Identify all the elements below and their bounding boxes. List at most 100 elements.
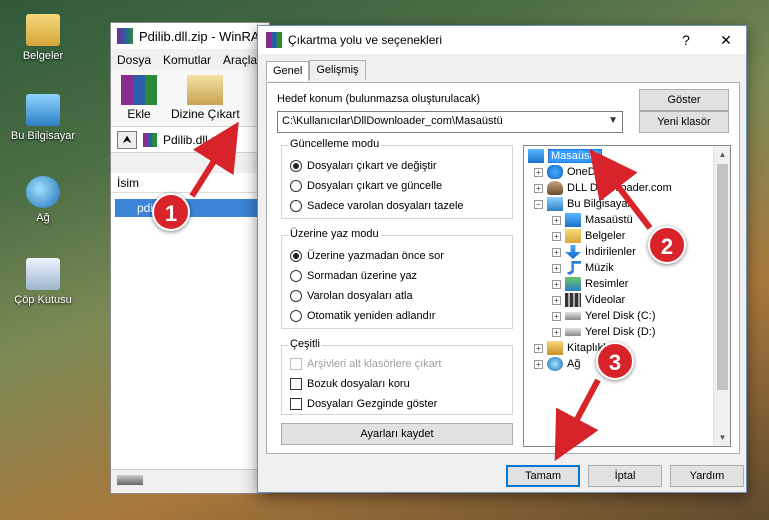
expand-icon[interactable]: +: [534, 359, 543, 369]
group-title: Güncelleme modu: [288, 138, 382, 150]
expand-icon[interactable]: +: [552, 247, 561, 257]
expand-icon[interactable]: +: [552, 311, 561, 321]
extract-to-button[interactable]: Dizine Çıkart: [171, 75, 240, 122]
list-item[interactable]: pdilib.dll: [115, 199, 265, 217]
new-folder-button[interactable]: Yeni klasör: [639, 111, 729, 133]
desktop-icon: [528, 149, 544, 163]
desktop-item-label: Bu Bilgisayar: [10, 130, 76, 142]
radio-extract-replace[interactable]: Dosyaları çıkart ve değiştir: [290, 160, 437, 172]
checkbox-unchecked: [290, 358, 302, 370]
overwrite-mode-group: Üzerine yaz modu Üzerine yazmadan önce s…: [281, 228, 513, 329]
radio-extract-update[interactable]: Dosyaları çıkart ve güncelle: [290, 180, 442, 192]
expand-icon[interactable]: +: [552, 215, 561, 225]
expand-icon[interactable]: +: [552, 263, 561, 273]
tree-node-videos[interactable]: + Videolar: [552, 292, 625, 308]
expand-icon[interactable]: +: [534, 343, 543, 353]
ok-button[interactable]: Tamam: [506, 465, 580, 487]
winrar-window: Pdilib.dll.zip - WinRAR Dosya Komutlar A…: [110, 22, 270, 494]
computer-icon: [547, 197, 563, 211]
tree-node-documents[interactable]: + Belgeler: [552, 228, 625, 244]
winrar-app-icon: [266, 32, 282, 48]
destination-path-combo[interactable]: C:\Kullanıcılar\DllDownloader_com\Masaüs…: [277, 111, 623, 133]
tree-node-this-pc[interactable]: − Bu Bilgisayar: [534, 196, 631, 212]
group-title: Çeşitli: [288, 338, 322, 350]
option-label: Sadece varolan dosyaları tazele: [307, 200, 464, 212]
expand-icon[interactable]: +: [534, 183, 543, 193]
option-label: Üzerine yazmadan önce sor: [307, 250, 444, 262]
destination-label: Hedef konum (bulunmazsa oluşturulacak): [277, 93, 480, 105]
save-settings-button[interactable]: Ayarları kaydet: [281, 423, 513, 445]
step-badge-2: 2: [648, 226, 686, 264]
radio-skip-existing[interactable]: Varolan dosyaları atla: [290, 290, 413, 302]
desktop-item-label: Çöp Kutusu: [14, 294, 72, 306]
help-button[interactable]: Yardım: [670, 465, 744, 487]
tree-node-downloads[interactable]: + İndirilenler: [552, 244, 636, 260]
expand-icon[interactable]: +: [534, 167, 543, 177]
desktop-item-documents[interactable]: Belgeler: [0, 14, 86, 62]
extract-to-label: Dizine Çıkart: [171, 107, 240, 121]
library-icon: [547, 341, 563, 355]
pictures-icon: [565, 277, 581, 291]
tree-node-label: Masaüstü: [548, 149, 602, 163]
radio-selected: [290, 160, 302, 172]
add-button[interactable]: Ekle: [121, 75, 157, 122]
menu-tools[interactable]: Araçlar: [223, 53, 261, 67]
destination-path-value: C:\Kullanıcılar\DllDownloader_com\Masaüs…: [282, 115, 503, 127]
tree-node-pc-desktop[interactable]: + Masaüstü: [552, 212, 633, 228]
menu-commands[interactable]: Komutlar: [163, 53, 211, 67]
close-button[interactable]: ✕: [706, 32, 746, 49]
radio-ask-before-overwrite[interactable]: Üzerine yazmadan önce sor: [290, 250, 444, 262]
checkbox-keep-broken-files[interactable]: Bozuk dosyaları koru: [290, 378, 410, 390]
scroll-thumb[interactable]: [717, 164, 728, 390]
tree-scrollbar[interactable]: ▲ ▼: [713, 146, 730, 446]
update-mode-group: Güncelleme modu Dosyaları çıkart ve deği…: [281, 138, 513, 219]
tree-node-disk-c[interactable]: + Yerel Disk (C:): [552, 308, 656, 324]
expand-icon[interactable]: +: [552, 327, 561, 337]
desktop-item-network[interactable]: Ağ: [0, 176, 86, 224]
tree-node-disk-d[interactable]: + Yerel Disk (D:): [552, 324, 656, 340]
cancel-button[interactable]: İptal: [588, 465, 662, 487]
show-button[interactable]: Göster: [639, 89, 729, 111]
desktop-item-this-pc[interactable]: Bu Bilgisayar: [0, 94, 86, 142]
desktop-item-recycle-bin[interactable]: Çöp Kutusu: [0, 258, 86, 306]
option-label: Varolan dosyaları atla: [307, 290, 413, 302]
winrar-statusbar: [111, 469, 269, 493]
tree-node-label: Yerel Disk (D:): [585, 326, 656, 338]
radio-auto-rename[interactable]: Otomatik yeniden adlandır: [290, 310, 435, 322]
tree-node-label: Ağ: [567, 358, 581, 370]
tree-node-network[interactable]: + Ağ: [534, 356, 580, 372]
help-title-button[interactable]: ?: [666, 32, 706, 48]
winrar-titlebar[interactable]: Pdilib.dll.zip - WinRAR: [111, 23, 269, 49]
folder-tree[interactable]: Masaüstü + OneDrive + DLL Downloader.com −…: [523, 145, 731, 447]
scroll-up-icon[interactable]: ▲: [714, 146, 730, 163]
tree-node-pictures[interactable]: + Resimler: [552, 276, 628, 292]
radio-freshen-existing[interactable]: Sadece varolan dosyaları tazele: [290, 200, 464, 212]
expand-icon[interactable]: +: [552, 231, 561, 241]
option-label: Dosyaları çıkart ve değiştir: [307, 160, 437, 172]
tree-node-onedrive[interactable]: + OneDrive: [534, 164, 613, 180]
download-icon: [565, 245, 581, 259]
expand-icon[interactable]: +: [552, 295, 561, 305]
dialog-titlebar[interactable]: Çıkartma yolu ve seçenekleri ? ✕: [258, 26, 746, 54]
tree-node-music[interactable]: + Müzik: [552, 260, 614, 276]
collapse-icon[interactable]: −: [534, 199, 543, 209]
menu-file[interactable]: Dosya: [117, 53, 151, 67]
tree-node-user[interactable]: + DLL Downloader.com: [534, 180, 672, 196]
tab-advanced[interactable]: Gelişmiş: [309, 60, 366, 80]
chevron-down-icon[interactable]: ▼: [608, 115, 618, 126]
dialog-tabs: Genel Gelişmiş: [266, 60, 366, 81]
radio-overwrite-without-prompt[interactable]: Sormadan üzerine yaz: [290, 270, 417, 282]
column-header-name[interactable]: İsim: [111, 173, 269, 193]
file-list: İsim pdilib.dll: [111, 173, 269, 469]
checkbox-show-in-explorer[interactable]: Dosyaları Gezginde göster: [290, 398, 437, 410]
expand-icon[interactable]: +: [552, 279, 561, 289]
tree-node-desktop[interactable]: Masaüstü: [528, 148, 602, 164]
dialog-title: Çıkartma yolu ve seçenekleri: [288, 33, 443, 47]
scroll-down-icon[interactable]: ▼: [714, 429, 730, 446]
up-folder-button[interactable]: ⮝: [117, 130, 137, 149]
desktop-item-label: Belgeler: [22, 50, 64, 62]
step-badge-3: 3: [596, 342, 634, 380]
tab-general[interactable]: Genel: [266, 61, 310, 81]
option-label: Sormadan üzerine yaz: [307, 270, 418, 282]
radio-unselected: [290, 310, 302, 322]
